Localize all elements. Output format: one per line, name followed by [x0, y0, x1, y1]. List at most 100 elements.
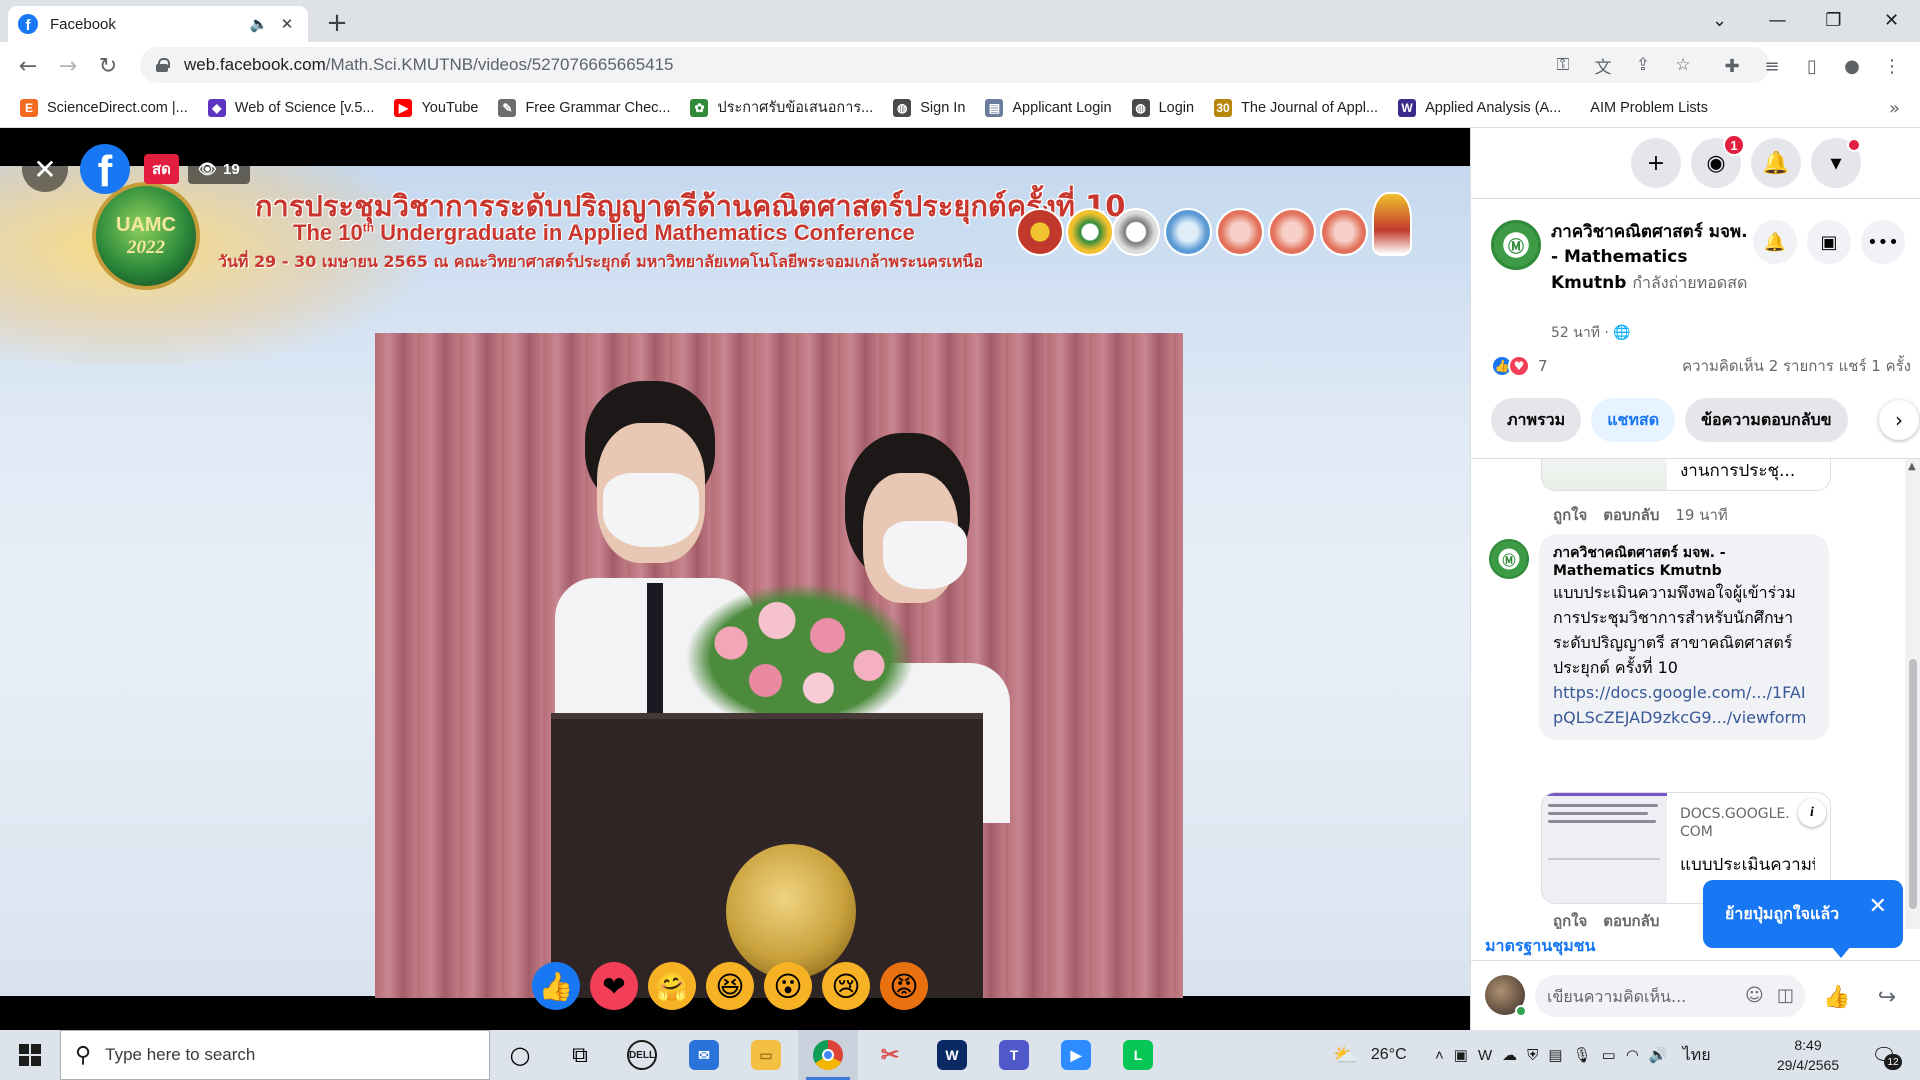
- tray-app-icon[interactable]: ▣: [1454, 1046, 1468, 1064]
- reply-link[interactable]: ตอบกลับ: [1603, 909, 1659, 929]
- comment-avatar[interactable]: Ⓜ: [1489, 539, 1529, 579]
- show-hidden-icons-icon[interactable]: ˄: [1435, 1047, 1444, 1064]
- reading-list-icon[interactable]: ≡: [1760, 54, 1784, 78]
- account-menu-button[interactable]: ▾: [1811, 138, 1861, 188]
- love-reaction-icon[interactable]: ♥: [1508, 355, 1530, 377]
- notifications-button[interactable]: 🔔: [1751, 138, 1801, 188]
- page-avatar[interactable]: Ⓜ: [1491, 220, 1541, 270]
- close-window-button[interactable]: ✕: [1864, 0, 1919, 40]
- dell-app-icon[interactable]: DELL: [612, 1030, 672, 1080]
- reply-link[interactable]: ตอบกลับ: [1603, 503, 1659, 527]
- new-tab-button[interactable]: +: [322, 8, 352, 38]
- like-link[interactable]: ถูกใจ: [1553, 503, 1587, 527]
- follow-bell-button[interactable]: 🔔: [1753, 220, 1797, 264]
- side-panel-icon[interactable]: ▯: [1800, 54, 1824, 78]
- tab-search-icon[interactable]: ⌄: [1692, 0, 1747, 40]
- weather-widget[interactable]: ⛅ 26°C: [1328, 1030, 1407, 1080]
- input-language[interactable]: ไทย: [1683, 1043, 1711, 1068]
- translate-icon[interactable]: 文: [1592, 54, 1614, 78]
- comment-time[interactable]: 19 นาที: [1675, 503, 1727, 527]
- community-standards-link[interactable]: มาตรฐานชุมชน: [1485, 934, 1595, 959]
- restore-button[interactable]: ❐: [1806, 0, 1861, 40]
- sad-reaction-icon[interactable]: 😢: [822, 962, 870, 1010]
- start-button[interactable]: [0, 1030, 60, 1080]
- extensions-icon[interactable]: ✚: [1720, 54, 1744, 78]
- bookmark-star-icon[interactable]: ☆: [1672, 54, 1694, 76]
- forward-button[interactable]: →: [52, 50, 84, 82]
- share-icon[interactable]: ⇪: [1632, 54, 1654, 76]
- battery-icon[interactable]: ▭: [1602, 1046, 1616, 1064]
- microphone-icon[interactable]: 🎙: [1573, 1046, 1592, 1064]
- save-button[interactable]: ▣: [1807, 220, 1851, 264]
- snip-app-icon[interactable]: ✂: [860, 1030, 920, 1080]
- messenger-button[interactable]: ◉ 1: [1691, 134, 1745, 188]
- tooltip-close-icon[interactable]: ✕: [1869, 894, 1887, 919]
- speaker-icon[interactable]: 🔈: [248, 13, 270, 35]
- bookmark-item[interactable]: ◆ Web of Science [v.5...: [207, 98, 374, 117]
- bookmark-item[interactable]: ▤ Applicant Login: [985, 98, 1112, 117]
- bookmark-item[interactable]: ✎ Free Grammar Chec...: [498, 98, 670, 117]
- webex-app-icon[interactable]: W: [922, 1030, 982, 1080]
- facebook-logo-icon[interactable]: f: [80, 144, 130, 194]
- tab-facebook[interactable]: f Facebook 🔈 ✕: [8, 6, 308, 42]
- profile-avatar-icon[interactable]: ●: [1840, 54, 1864, 78]
- scroll-up-icon[interactable]: ▲: [1908, 461, 1916, 472]
- tab-replies[interactable]: ข้อความตอบกลับข: [1685, 398, 1848, 442]
- like-reaction-icon[interactable]: 👍: [532, 962, 580, 1010]
- tabs-next-button[interactable]: ›: [1879, 400, 1919, 440]
- info-icon[interactable]: i: [1798, 799, 1826, 827]
- onedrive-icon[interactable]: ☁: [1502, 1046, 1517, 1064]
- wow-reaction-icon[interactable]: 😮: [764, 962, 812, 1010]
- wifi-icon[interactable]: ◠: [1626, 1046, 1639, 1064]
- create-button[interactable]: +: [1631, 138, 1681, 188]
- like-button[interactable]: 👍: [1821, 981, 1853, 1013]
- bookmarks-overflow-icon[interactable]: »: [1889, 98, 1900, 119]
- more-options-button[interactable]: •••: [1861, 220, 1905, 264]
- sticker-icon[interactable]: ◫: [1777, 985, 1794, 1006]
- bookmark-item[interactable]: E ScienceDirect.com |...: [20, 98, 188, 117]
- file-explorer-icon[interactable]: ▭: [736, 1030, 796, 1080]
- bookmark-item[interactable]: ✿ ประกาศรับข้อเสนอการ...: [690, 96, 873, 119]
- bookmark-item[interactable]: ▶ YouTube: [394, 98, 478, 117]
- care-reaction-icon[interactable]: 🤗: [648, 962, 696, 1010]
- share-button[interactable]: ↪: [1871, 981, 1903, 1013]
- reload-button[interactable]: ↻: [92, 50, 124, 82]
- key-icon[interactable]: ⚿: [1552, 54, 1574, 76]
- tab-live-chat[interactable]: แชทสด: [1591, 398, 1676, 442]
- previous-link-card[interactable]: งานการประชุ...: [1541, 459, 1831, 491]
- taskbar-clock[interactable]: 8:49 29/4/2565: [1768, 1035, 1848, 1075]
- bookmark-item[interactable]: AIM Problem Lists: [1581, 99, 1708, 117]
- bookmark-item[interactable]: ◍ Sign In: [893, 98, 965, 117]
- security-icon[interactable]: ⛨: [1527, 1047, 1538, 1064]
- teams-app-icon[interactable]: T: [984, 1030, 1044, 1080]
- line-app-icon[interactable]: L: [1108, 1030, 1168, 1080]
- lock-icon[interactable]: [156, 58, 170, 72]
- haha-reaction-icon[interactable]: 😆: [706, 962, 754, 1010]
- menu-kebab-icon[interactable]: ⋮: [1880, 54, 1904, 78]
- post-time[interactable]: 52 นาที · 🌐: [1551, 322, 1631, 344]
- task-view-icon[interactable]: ⧉: [550, 1030, 610, 1080]
- live-video-player[interactable]: UAMC 2022 การประชุมวิชาการระดับปริญญาตรี…: [0, 128, 1470, 1030]
- mail-app-icon[interactable]: ✉: [674, 1030, 734, 1080]
- tray-webex-icon[interactable]: W: [1478, 1047, 1492, 1064]
- emoji-icon[interactable]: ☺: [1745, 985, 1764, 1006]
- tab-overview[interactable]: ภาพรวม: [1491, 398, 1582, 442]
- scroll-thumb[interactable]: [1909, 659, 1917, 909]
- page-name[interactable]: ภาควิชาคณิตศาสตร์ มจพ. - Mathematics Kmu…: [1551, 220, 1756, 296]
- close-video-button[interactable]: ✕: [22, 146, 68, 192]
- bookmark-item[interactable]: W Applied Analysis (A...: [1398, 98, 1561, 117]
- notification-center-button[interactable]: 🗨 12: [1868, 1040, 1902, 1070]
- back-button[interactable]: ←: [12, 50, 44, 82]
- feed-scrollbar[interactable]: ▲: [1905, 459, 1920, 929]
- like-link[interactable]: ถูกใจ: [1553, 909, 1587, 929]
- angry-reaction-icon[interactable]: 😡: [880, 962, 928, 1010]
- comment-author[interactable]: ภาควิชาคณิตศาสตร์ มจพ. - Mathematics Kmu…: [1553, 544, 1815, 580]
- address-bar[interactable]: web.facebook.com/Math.Sci.KMUTNB/videos/…: [140, 47, 1770, 83]
- comment-share-count[interactable]: ความคิดเห็น 2 รายการ แชร์ 1 ครั้ง: [1682, 354, 1911, 378]
- minimize-button[interactable]: —: [1750, 0, 1805, 40]
- volume-icon[interactable]: 🔊: [1649, 1046, 1668, 1064]
- taskbar-search[interactable]: ⚲ Type here to search: [60, 1030, 490, 1080]
- zoom-app-icon[interactable]: ▶: [1046, 1030, 1106, 1080]
- bookmark-item[interactable]: 30 The Journal of Appl...: [1214, 98, 1378, 117]
- love-reaction-icon[interactable]: ❤: [590, 962, 638, 1010]
